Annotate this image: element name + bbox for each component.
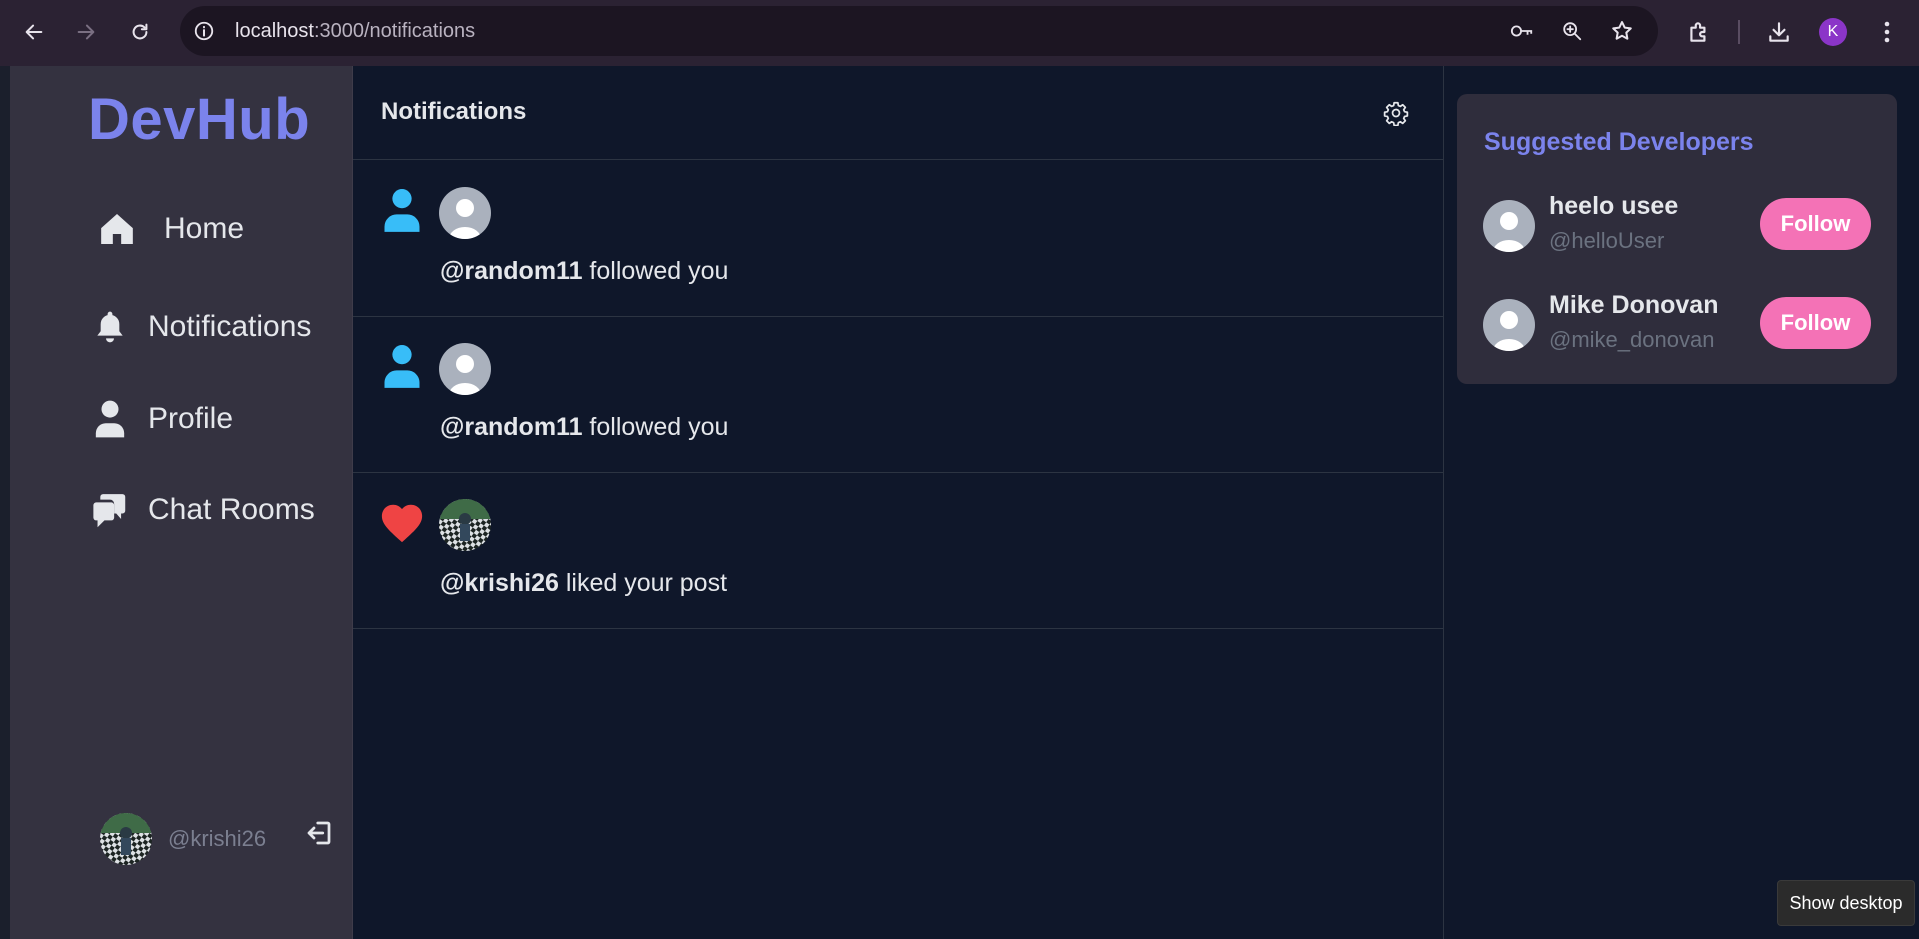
window-edge bbox=[0, 66, 10, 939]
notification-handle[interactable]: @krishi26 bbox=[440, 569, 559, 597]
page-header: Notifications bbox=[353, 66, 1444, 160]
notification-item[interactable]: @random11 followed you bbox=[353, 161, 1444, 317]
follow-button[interactable]: Follow bbox=[1760, 198, 1871, 250]
suggested-user: heelo usee @helloUser Follow bbox=[1483, 192, 1883, 258]
sidebar-item-label: Profile bbox=[148, 402, 234, 435]
logout-icon[interactable] bbox=[302, 816, 336, 850]
suggested-user: Mike Donovan @mike_donovan Follow bbox=[1483, 291, 1883, 357]
suggested-user-name[interactable]: Mike Donovan bbox=[1549, 291, 1718, 320]
avatar[interactable] bbox=[439, 187, 491, 239]
heart-icon bbox=[379, 499, 425, 545]
profile-avatar[interactable]: K bbox=[1819, 18, 1847, 46]
avatar bbox=[100, 813, 152, 865]
notification-item[interactable]: @krishi26 liked your post bbox=[353, 473, 1444, 629]
zoom-icon[interactable] bbox=[1560, 19, 1584, 43]
notification-text: @krishi26 liked your post bbox=[440, 569, 728, 597]
suggested-developers-title: Suggested Developers bbox=[1484, 128, 1754, 156]
avatar[interactable] bbox=[439, 343, 491, 395]
download-icon[interactable] bbox=[1764, 17, 1794, 47]
suggested-user-handle: @mike_donovan bbox=[1549, 327, 1715, 352]
sidebar-item-notifications[interactable]: Notifications bbox=[92, 307, 311, 347]
bookmark-star-icon[interactable] bbox=[1610, 19, 1634, 43]
toolbar-divider bbox=[1738, 20, 1740, 44]
forward-icon[interactable] bbox=[68, 14, 104, 50]
sidebar-item-label: Chat Rooms bbox=[148, 493, 315, 526]
notifications-panel: Notifications @random11 followed you @ra… bbox=[353, 66, 1444, 939]
suggested-developers-card: Suggested Developers heelo usee @helloUs… bbox=[1457, 94, 1897, 384]
sidebar-item-label: Home bbox=[164, 212, 245, 245]
avatar[interactable] bbox=[1483, 299, 1535, 351]
site-info-icon[interactable] bbox=[192, 19, 216, 43]
page-title: Notifications bbox=[381, 98, 527, 125]
extensions-icon[interactable] bbox=[1684, 17, 1714, 47]
app-logo[interactable]: DevHub bbox=[88, 86, 310, 153]
notification-text: @random11 followed you bbox=[440, 413, 729, 441]
app-root: DevHub Home Notifications Profile Chat R… bbox=[0, 66, 1919, 939]
suggested-user-handle: @helloUser bbox=[1549, 228, 1665, 253]
sidebar-item-label: Notifications bbox=[148, 310, 312, 343]
notification-handle[interactable]: @random11 bbox=[440, 413, 582, 441]
home-icon bbox=[96, 208, 138, 250]
sidebar: DevHub Home Notifications Profile Chat R… bbox=[10, 66, 353, 939]
notification-text: @random11 followed you bbox=[440, 257, 729, 285]
back-icon[interactable] bbox=[16, 14, 52, 50]
user-icon bbox=[92, 398, 128, 440]
reload-icon[interactable] bbox=[122, 14, 158, 50]
sidebar-item-home[interactable]: Home bbox=[96, 208, 244, 250]
show-desktop-tooltip: Show desktop bbox=[1777, 880, 1915, 926]
avatar[interactable] bbox=[1483, 200, 1535, 252]
chat-icon bbox=[92, 490, 128, 530]
follow-button[interactable]: Follow bbox=[1760, 297, 1871, 349]
bell-icon bbox=[92, 307, 128, 347]
user-follow-icon bbox=[379, 187, 425, 233]
sidebar-item-chat-rooms[interactable]: Chat Rooms bbox=[92, 490, 315, 530]
gear-icon[interactable] bbox=[1381, 98, 1411, 128]
current-user[interactable]: @krishi26 bbox=[100, 813, 266, 865]
notification-handle[interactable]: @random11 bbox=[440, 257, 582, 285]
user-follow-icon bbox=[379, 343, 425, 389]
menu-dots-icon[interactable] bbox=[1872, 17, 1902, 47]
current-user-handle: @krishi26 bbox=[168, 826, 267, 851]
url-text[interactable]: localhost:3000/notifications bbox=[235, 6, 475, 56]
browser-toolbar: localhost:3000/notifications K bbox=[0, 0, 1919, 66]
password-key-icon[interactable] bbox=[1510, 19, 1534, 43]
suggested-user-name[interactable]: heelo usee bbox=[1549, 192, 1678, 221]
avatar[interactable] bbox=[439, 499, 491, 551]
notification-item[interactable]: @random11 followed you bbox=[353, 317, 1444, 473]
address-bar[interactable]: localhost:3000/notifications bbox=[180, 6, 1658, 56]
sidebar-item-profile[interactable]: Profile bbox=[92, 398, 233, 440]
